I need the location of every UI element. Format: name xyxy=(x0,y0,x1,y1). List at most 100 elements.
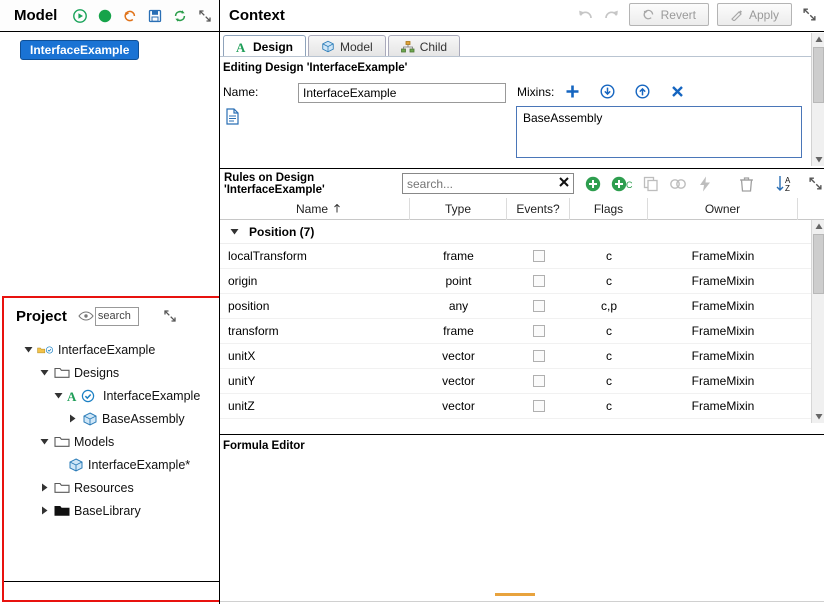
refresh-icon[interactable] xyxy=(171,7,189,25)
project-search-input[interactable] xyxy=(94,306,139,326)
redo-icon[interactable] xyxy=(603,6,621,24)
chevron-down-icon[interactable] xyxy=(22,344,34,356)
tab-child[interactable]: Child xyxy=(387,35,461,57)
design-editor-area: Editing Design 'InterfaceExample' Name: … xyxy=(220,57,824,167)
cell-type: vector xyxy=(442,349,475,363)
tree-item-baseassembly[interactable]: BaseAssembly xyxy=(4,407,220,430)
tree-item-models[interactable]: Models xyxy=(4,430,220,453)
apply-button[interactable]: Apply xyxy=(716,3,792,26)
column-header-owner[interactable]: Owner xyxy=(648,197,798,220)
cell-owner: FrameMixin xyxy=(691,249,755,263)
visibility-icon[interactable] xyxy=(77,307,95,325)
sort-az-icon[interactable]: AZ xyxy=(775,175,797,193)
stop-icon[interactable] xyxy=(96,7,114,25)
chevron-down-icon[interactable] xyxy=(38,436,50,448)
editing-design-label: Editing Design 'InterfaceExample' xyxy=(223,62,408,74)
tree-item-model-interfaceexample[interactable]: InterfaceExample* xyxy=(4,453,220,476)
import-mixin-icon[interactable] xyxy=(598,82,616,100)
column-header-events[interactable]: Events? xyxy=(507,197,570,220)
column-header-type[interactable]: Type xyxy=(410,197,507,220)
copy-rule-icon[interactable] xyxy=(642,175,660,193)
context-header-divider xyxy=(220,31,824,32)
model-node-chip-label: InterfaceExample xyxy=(30,43,130,57)
scroll-up-icon[interactable] xyxy=(812,220,824,233)
remove-mixin-icon[interactable] xyxy=(668,82,686,100)
tree-item-resources[interactable]: Resources xyxy=(4,476,220,499)
events-checkbox[interactable] xyxy=(532,350,545,362)
chevron-down-icon[interactable] xyxy=(228,226,240,238)
design-area-scrollbar[interactable] xyxy=(811,33,824,166)
project-footer-divider xyxy=(4,581,220,582)
add-child-rule-icon[interactable]: C xyxy=(611,175,633,193)
model-panel-header: Model xyxy=(0,0,219,31)
mixins-list[interactable]: BaseAssembly xyxy=(516,106,802,158)
events-checkbox[interactable] xyxy=(532,275,545,287)
expand-icon[interactable] xyxy=(800,6,818,24)
table-row[interactable]: transform frame c FrameMixin xyxy=(220,319,824,344)
scroll-down-icon[interactable] xyxy=(812,410,824,423)
scrollbar-thumb[interactable] xyxy=(813,47,824,103)
rules-table: Name Type Events? Flags Owner Position (… xyxy=(220,197,824,423)
add-mixin-icon[interactable] xyxy=(563,82,581,100)
column-header-name[interactable]: Name xyxy=(220,197,410,220)
tree-item-interfaceexample-root[interactable]: InterfaceExample xyxy=(4,338,220,361)
chevron-down-icon[interactable] xyxy=(52,390,64,402)
rules-search-input[interactable] xyxy=(402,173,574,194)
context-header-tools: Revert Apply xyxy=(577,3,818,26)
run-icon[interactable] xyxy=(71,7,89,25)
chevron-right-icon[interactable] xyxy=(38,505,50,517)
events-checkbox[interactable] xyxy=(532,250,545,262)
events-checkbox[interactable] xyxy=(532,325,545,337)
chevron-down-icon[interactable] xyxy=(38,367,50,379)
reset-icon[interactable] xyxy=(121,7,139,25)
scrollbar-thumb[interactable] xyxy=(813,234,824,294)
events-checkbox[interactable] xyxy=(532,375,545,387)
chevron-right-icon[interactable] xyxy=(38,482,50,494)
undo-icon[interactable] xyxy=(577,6,595,24)
design-name-input[interactable] xyxy=(298,83,506,103)
save-icon[interactable] xyxy=(146,7,164,25)
tree-item-baselibrary[interactable]: BaseLibrary xyxy=(4,499,220,522)
expand-rules-icon[interactable] xyxy=(806,175,824,193)
table-row[interactable]: unitY vector c FrameMixin xyxy=(220,369,824,394)
rules-table-scrollbar[interactable] xyxy=(811,220,824,423)
expand-icon[interactable] xyxy=(161,307,179,325)
expand-icon[interactable] xyxy=(196,7,214,25)
revert-button[interactable]: Revert xyxy=(628,3,709,26)
table-row[interactable]: origin point c FrameMixin xyxy=(220,269,824,294)
events-checkbox[interactable] xyxy=(532,300,545,312)
tab-model[interactable]: Model xyxy=(308,35,386,57)
table-row[interactable]: unitX vector c FrameMixin xyxy=(220,344,824,369)
cell-type: frame xyxy=(443,324,474,338)
tab-design[interactable]: A Design xyxy=(223,35,307,57)
svg-text:A: A xyxy=(236,40,246,53)
export-mixin-icon[interactable] xyxy=(633,82,651,100)
scroll-down-icon[interactable] xyxy=(812,153,824,166)
cell-flags: c xyxy=(606,324,612,338)
tree-item-label: InterfaceExample* xyxy=(88,457,191,472)
tree-item-designs[interactable]: Designs xyxy=(4,361,220,384)
folder-dark-icon xyxy=(53,503,70,518)
chevron-right-icon[interactable] xyxy=(66,413,78,425)
add-rule-icon[interactable] xyxy=(584,175,602,193)
tree-item-label: BaseAssembly xyxy=(102,411,185,426)
table-row[interactable]: position any c,p FrameMixin xyxy=(220,294,824,319)
clear-icon[interactable] xyxy=(558,176,570,188)
model-node-chip[interactable]: InterfaceExample xyxy=(20,40,140,60)
rules-group-row[interactable]: Position (7) xyxy=(220,220,824,244)
mixins-label: Mixins: xyxy=(517,85,555,99)
rules-toolbar: Rules on Design 'InterfaceExample' C xyxy=(220,168,824,198)
events-checkbox[interactable] xyxy=(532,400,545,412)
delete-rule-icon[interactable] xyxy=(737,175,755,193)
event-rule-icon[interactable] xyxy=(696,175,714,193)
document-icon[interactable] xyxy=(223,107,241,125)
link-rule-icon[interactable] xyxy=(669,175,687,193)
mixins-list-item[interactable]: BaseAssembly xyxy=(523,111,795,125)
table-row[interactable]: localTransform frame c FrameMixin xyxy=(220,244,824,269)
project-tree: InterfaceExample Designs A InterfaceExam… xyxy=(4,338,220,578)
formula-editor-area[interactable] xyxy=(220,456,824,596)
scroll-up-icon[interactable] xyxy=(812,33,824,46)
table-row[interactable]: unitZ vector c FrameMixin xyxy=(220,394,824,419)
column-header-flags[interactable]: Flags xyxy=(570,197,648,220)
tree-item-design-interfaceexample[interactable]: A InterfaceExample xyxy=(4,384,220,407)
